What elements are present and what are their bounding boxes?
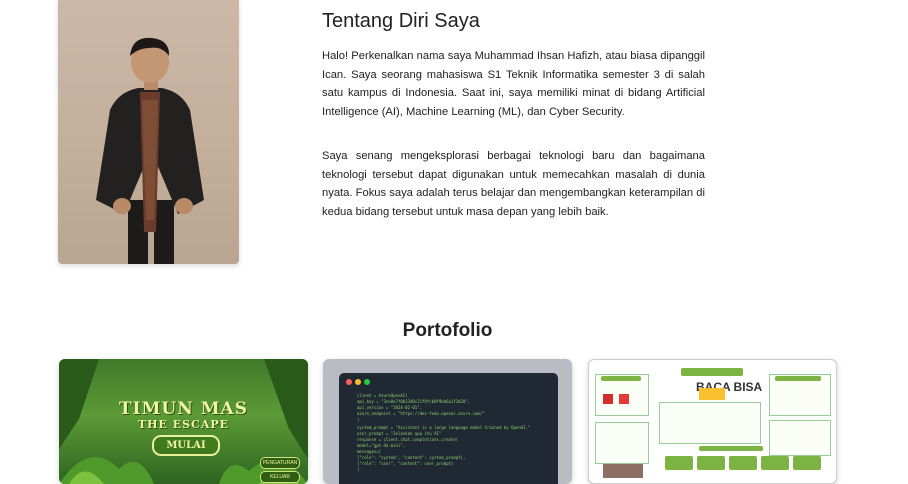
code-line: client = AzureOpenAI( <box>357 393 408 398</box>
poster-block <box>665 456 693 470</box>
code-line: ) <box>357 417 360 422</box>
about-paragraph-1: Halo! Perkenalkan nama saya Muhammad Ihs… <box>322 50 705 118</box>
code-line: messages=[ <box>357 449 382 454</box>
game-start-button: MULAI <box>152 435 220 456</box>
profile-photo <box>58 0 239 264</box>
code-window: client = AzureOpenAI( api_key = "3ce8e7f… <box>339 373 558 484</box>
code-line: user_prompt = "Jelaskan apa itu AI" <box>357 431 442 436</box>
code-line: model="gpt-4o-mini", <box>357 443 406 448</box>
close-dot-icon <box>346 379 352 385</box>
portfolio-card-code[interactable]: client = AzureOpenAI( api_key = "3ce8e7f… <box>323 359 572 484</box>
portfolio-card-game[interactable]: TIMUN MAS THE ESCAPE MULAI PENGATURAN KE… <box>59 359 308 484</box>
minimize-dot-icon <box>355 379 361 385</box>
poster-panel <box>595 422 649 464</box>
code-line: system_prompt = "Assistant is a large la… <box>357 425 531 430</box>
code-line: {"role": "system", "content": system_pro… <box>357 455 466 460</box>
poster-label-bar <box>601 376 641 381</box>
poster-icon <box>619 394 629 404</box>
portfolio-card-poster[interactable]: BACA BISA <box>588 359 837 484</box>
code-line: {"role": "user", "content": user_prompt} <box>357 461 454 466</box>
about-paragraph-2: Saya senang mengeksplorasi berbagai tekn… <box>322 150 705 218</box>
poster-header-bar <box>681 368 743 376</box>
code-line: api_version = "2024-02-01", <box>357 405 423 410</box>
game-subtitle: THE ESCAPE <box>137 418 230 431</box>
poster-icon <box>603 394 613 404</box>
game-settings-button: PENGATURAN <box>260 457 300 469</box>
maximize-dot-icon <box>364 379 370 385</box>
code-line: ] <box>357 467 360 472</box>
poster-block <box>793 456 821 470</box>
portfolio-title: Portofolio <box>402 320 493 341</box>
code-line: api_key = "3ce8e7f0b3340c21f9fcb8f9bb6a1… <box>357 399 471 404</box>
poster-block <box>729 456 757 470</box>
poster-block <box>697 456 725 470</box>
poster-block <box>761 456 789 470</box>
poster-panel <box>659 402 761 444</box>
game-title: TIMUN MAS <box>119 399 248 419</box>
poster-label-bar <box>699 446 763 451</box>
poster-photo <box>603 464 643 478</box>
poster-panel <box>769 420 831 456</box>
poster-book-icon <box>699 388 725 400</box>
code-line: response = client.chat.completions.creat… <box>357 437 459 442</box>
person-illustration <box>96 37 204 264</box>
code-line: azure_endpoint = "https://dev-fedo.opena… <box>357 411 485 416</box>
game-exit-button: KELUAR <box>260 471 300 483</box>
about-title: Tentang Diri Saya <box>322 10 480 32</box>
poster-label-bar <box>775 376 821 381</box>
